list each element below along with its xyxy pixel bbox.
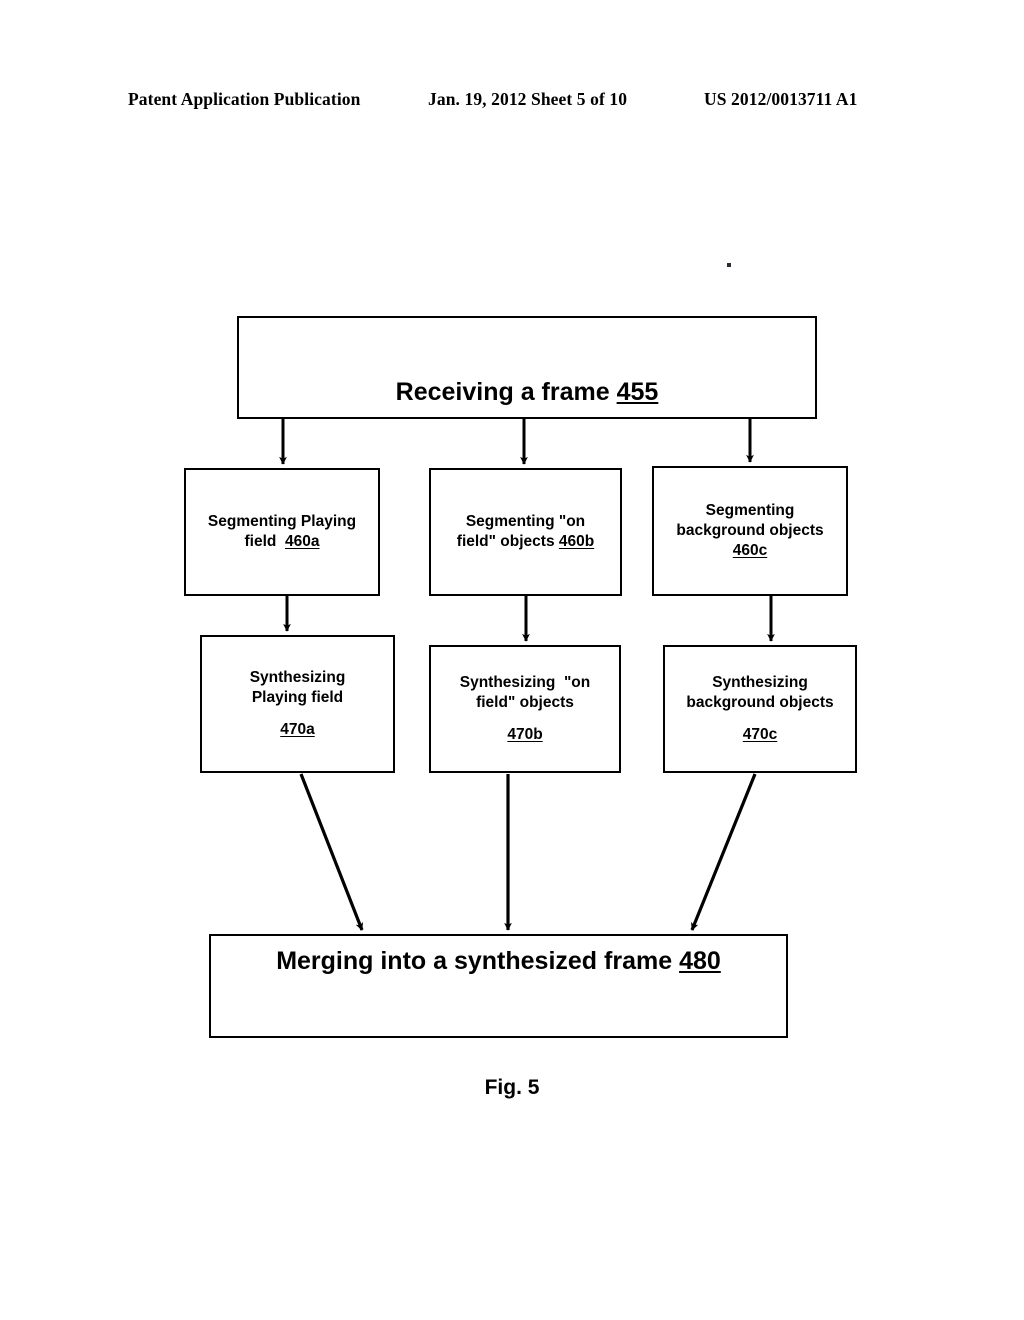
flow-node-460a-ref: 460a: [285, 533, 320, 550]
flow-node-synthesizing-background-objects[interactable]: Synthesizing background objects 470c: [663, 645, 857, 773]
flow-node-segmenting-playing-field[interactable]: Segmenting Playing field 460a: [184, 468, 380, 596]
flow-node-470b-ref: 470b: [507, 726, 543, 744]
flow-node-460b-ref: 460b: [558, 533, 595, 550]
flow-node-470c-ref: 470c: [742, 726, 778, 744]
connector-470a-to-480: [299, 773, 364, 931]
flow-node-synthesizing-on-field-objects[interactable]: Synthesizing "on field" objects 470b: [429, 645, 621, 773]
flow-node-455-ref: 455: [616, 378, 659, 406]
flow-node-470a-ref: 470a: [280, 721, 315, 739]
flow-node-460c-ref: 460c: [732, 541, 768, 559]
flow-node-segmenting-on-field-objects[interactable]: Segmenting "on field" objects 460b: [429, 468, 622, 596]
flow-node-460a-text2: field: [244, 533, 281, 550]
flow-node-merging-synthesized-frame[interactable]: Merging into a synthesized frame 480: [209, 934, 788, 1038]
flow-node-455-text: Receiving a frame: [395, 378, 610, 406]
flow-node-455-label: Receiving a frame 455: [396, 376, 659, 408]
flow-node-470b-line2: field" objects: [476, 693, 574, 711]
flow-node-460a-line1: Segmenting Playing: [207, 513, 357, 531]
flow-node-receiving-frame[interactable]: Receiving a frame 455: [237, 316, 817, 419]
scan-artifact-speck: [727, 263, 731, 267]
flow-node-460c-line1: Segmenting: [705, 502, 795, 520]
connector-470c-to-480: [690, 773, 757, 931]
figure-5-flowchart: Receiving a frame 455 Segmenting Playing…: [0, 0, 1024, 1320]
flow-node-460b-line1: Segmenting "on: [465, 513, 586, 531]
flow-node-470c-line2: background objects: [686, 693, 834, 711]
flow-node-460a-line2: field 460a: [245, 532, 320, 552]
flow-node-480-label: Merging into a synthesized frame 480: [276, 945, 721, 977]
flow-node-460b-text2: field" objects: [456, 533, 559, 550]
flow-node-470a-line1: Synthesizing: [249, 668, 346, 686]
flow-node-460c-line2: background objects: [676, 522, 824, 540]
flow-node-460b-line2: field" objects 460b: [457, 532, 594, 552]
patent-page: Patent Application Publication Jan. 19, …: [0, 0, 1024, 1320]
flow-node-synthesizing-playing-field[interactable]: Synthesizing Playing field 470a: [200, 635, 395, 773]
flow-node-470a-line2: Playing field: [251, 688, 344, 706]
flow-node-480-text: Merging into a synthesized frame: [276, 947, 673, 975]
flow-node-480-ref: 480: [679, 947, 721, 975]
flow-node-470b-line1: Synthesizing "on: [459, 673, 591, 691]
flow-node-segmenting-background-objects[interactable]: Segmenting background objects 460c: [652, 466, 848, 596]
flow-node-470c-line1: Synthesizing: [712, 673, 808, 691]
figure-caption: Fig. 5: [484, 1076, 540, 1099]
